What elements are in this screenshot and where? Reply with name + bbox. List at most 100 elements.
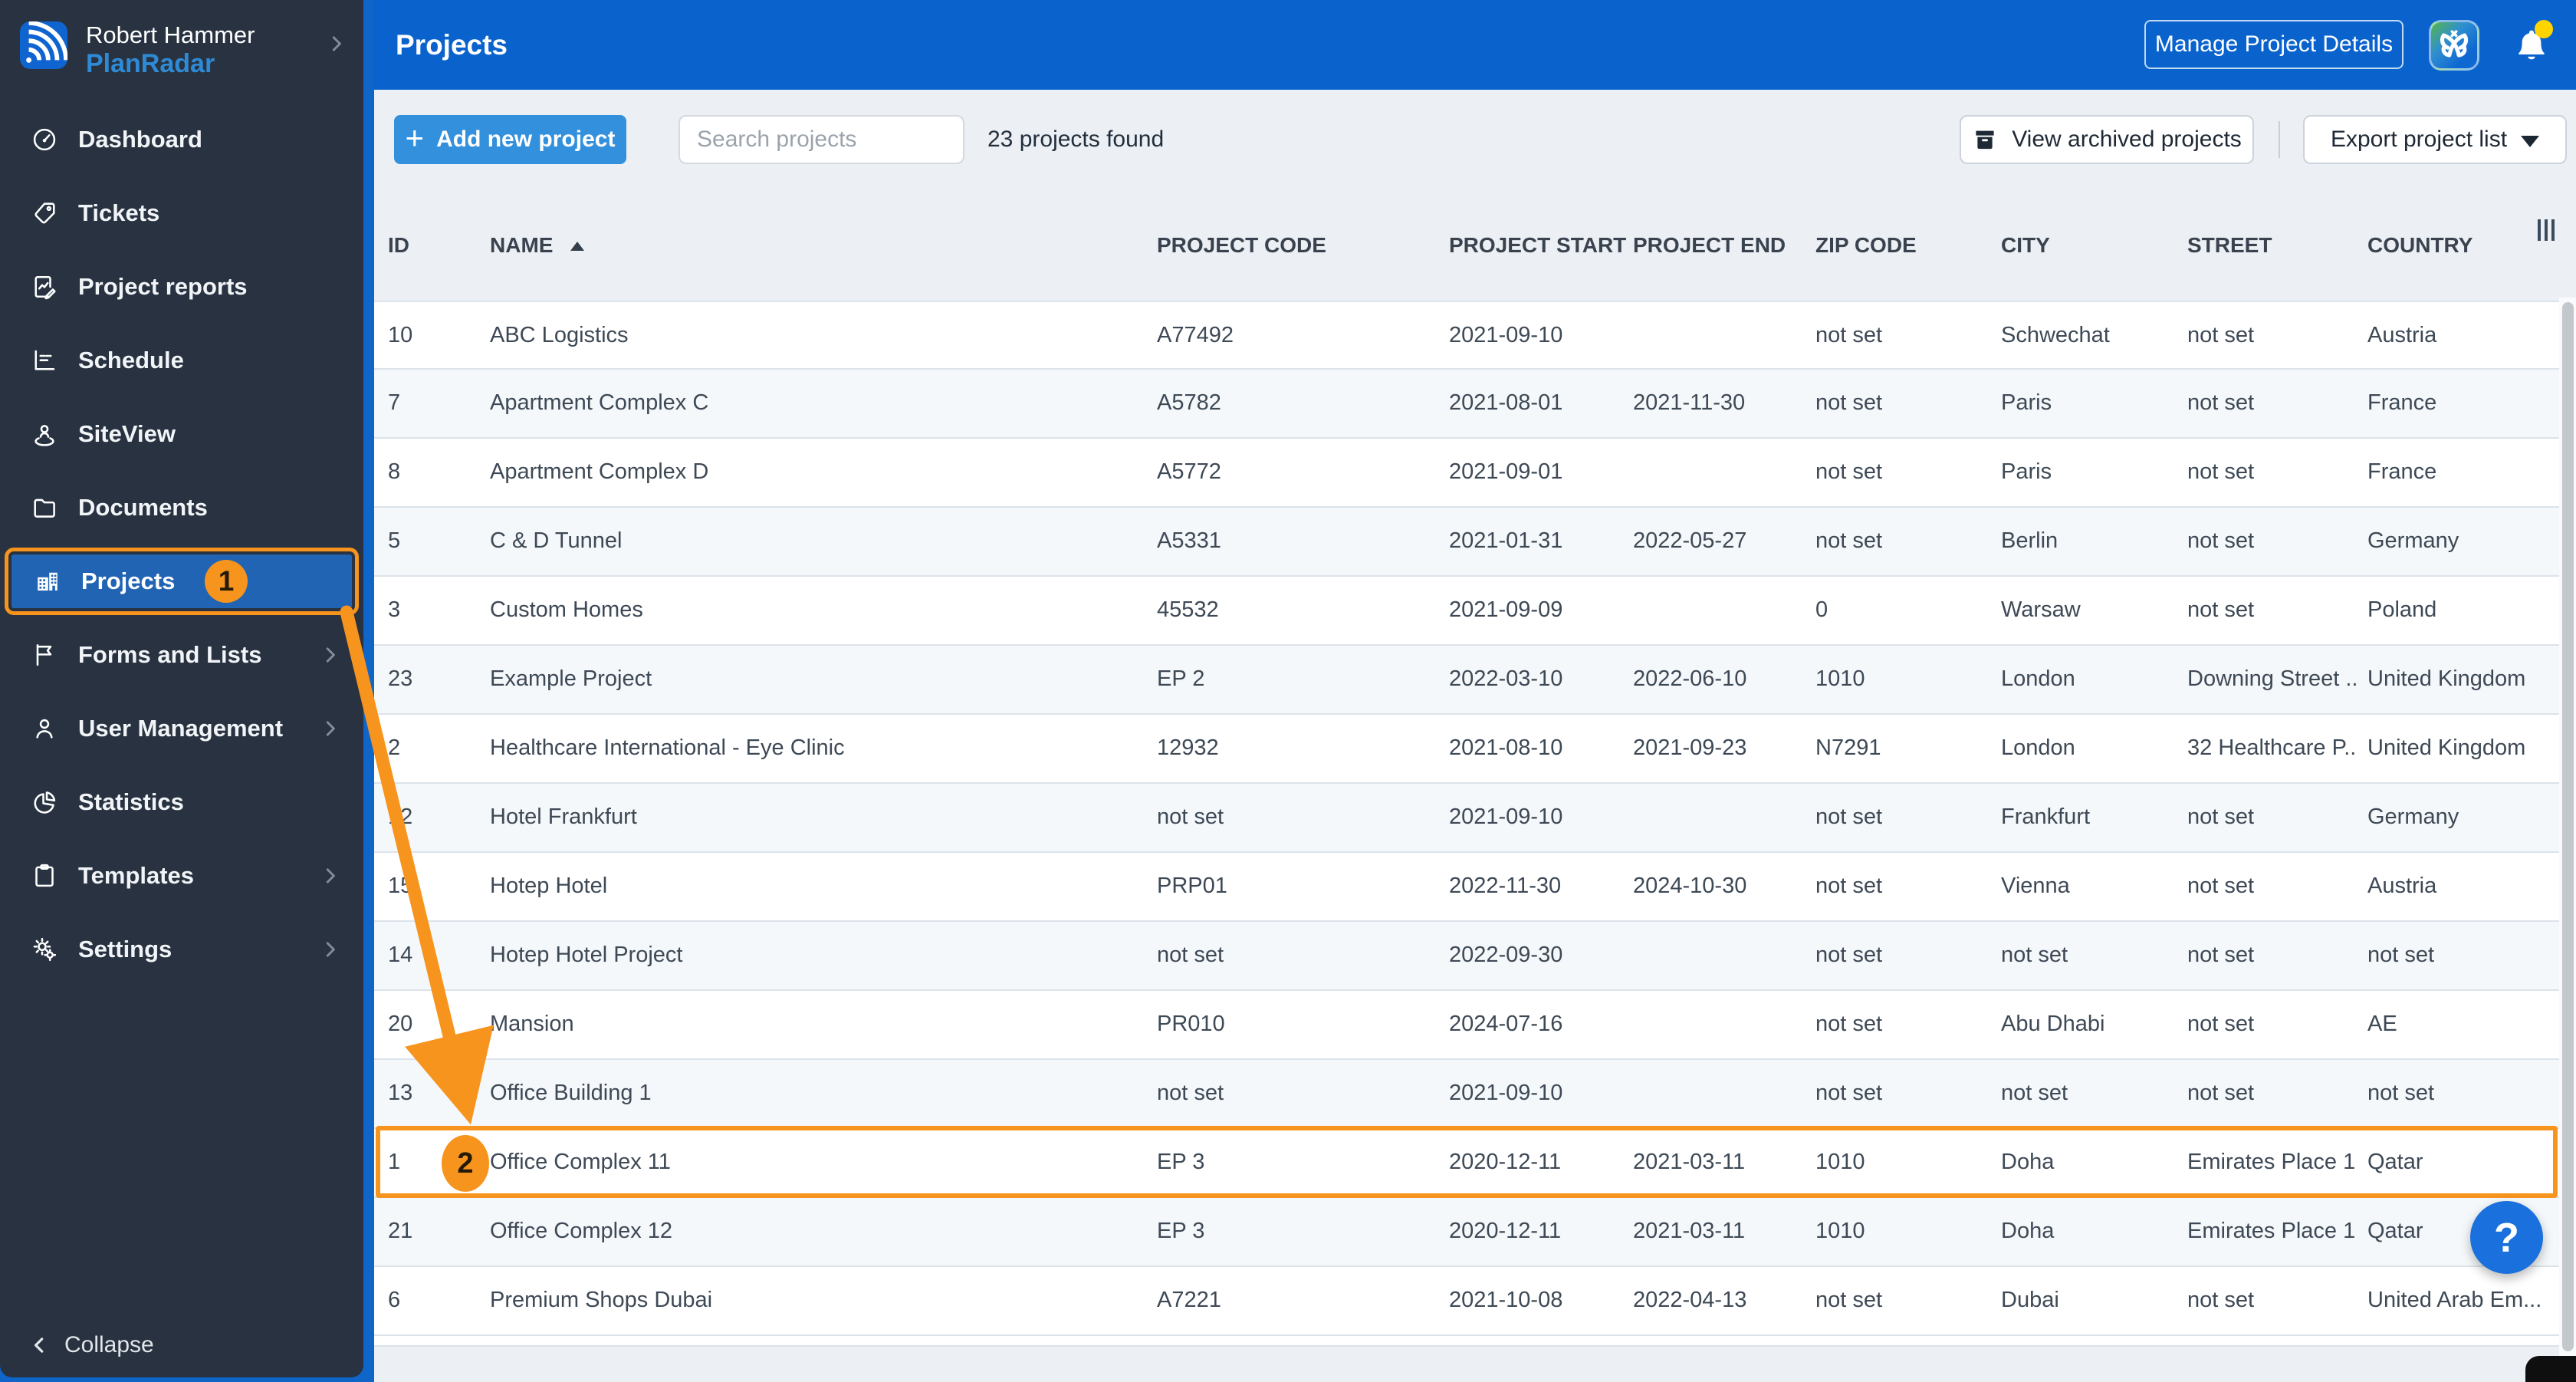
person-pin-icon [31,420,58,448]
brand-name: PlanRadar [86,49,215,78]
cell-city: Abu Dhabi [2001,1012,2105,1036]
archive-icon [1976,130,1994,150]
cell-start: 2021-01-31 [1449,528,1563,553]
cell-end: 2022-04-13 [1633,1288,1747,1312]
column-header-country[interactable]: COUNTRY [2367,221,2556,270]
column-header-zip[interactable]: ZIP CODE [1815,221,1992,270]
chevron-right-icon [319,643,342,666]
table-row[interactable]: 21 Office Complex 12 EP 3 2020-12-11 2021-03… [374,1198,2559,1267]
sidebar-item-templates[interactable]: Templates [0,839,363,913]
view-archived-projects-button[interactable]: View archived projects [1960,115,2254,164]
column-header-city[interactable]: CITY [2001,221,2177,270]
sidebar-item-settings[interactable]: Settings [0,913,363,986]
cell-street: Downing Street ... [2187,666,2358,691]
sidebar-item-projects[interactable]: Projects 1 [5,548,359,615]
corner-overlay [2525,1356,2576,1382]
cell-zip: not set [1815,1081,1883,1105]
table-row[interactable]: 20 Mansion PR010 2024-07-16 not set Abu Dhabi… [374,991,2559,1060]
cell-city: Berlin [2001,528,2058,553]
column-header-id[interactable]: ID [388,221,480,270]
vertical-scrollbar-thumb[interactable] [2562,302,2574,1351]
cell-city: London [2001,666,2075,691]
search-input[interactable] [678,115,964,164]
cell-end [1633,922,1808,989]
planradar-connect-app-icon[interactable] [2429,20,2479,71]
user-name: Robert Hammer [86,21,255,48]
sidebar-item-dashboard[interactable]: Dashboard [0,103,363,176]
cell-city: not set [2001,1081,2068,1105]
user-icon [31,715,58,742]
sidebar-item-project-reports[interactable]: Project reports [0,250,363,324]
table-row[interactable]: 23 Example Project EP 2 2022-03-10 2022-06-1… [374,646,2559,715]
export-project-list-button[interactable]: Export project list [2303,115,2567,164]
help-button[interactable]: ? [2470,1201,2543,1274]
cell-zip: 1010 [1815,666,1865,691]
cell-id: 10 [388,323,413,347]
cell-start: 2021-08-01 [1449,390,1563,415]
cell-code: not set [1157,805,1224,829]
account-chevron-right-icon[interactable] [325,32,348,55]
dashboard-icon [31,126,58,153]
cell-name: Apartment Complex D [490,459,709,484]
page-title: Projects [396,29,508,61]
table-row[interactable]: 8 Apartment Complex D A5772 2021-09-01 not s… [374,439,2559,508]
table-row[interactable]: 1 Office Complex 11 EP 3 2020-12-11 2021-03-… [374,1126,2559,1198]
column-settings-icon[interactable] [2538,219,2555,241]
cell-street: not set [2187,805,2255,829]
sidebar-item-documents[interactable]: Documents [0,471,363,545]
view-archived-label: View archived projects [2012,127,2242,152]
cell-start: 2021-09-09 [1449,597,1563,622]
cell-id: 21 [388,1219,413,1243]
sidebar-item-siteview[interactable]: SiteView [0,397,363,471]
table-row[interactable]: 6 Premium Shops Dubai A7221 2021-10-08 2022-… [374,1267,2559,1336]
cell-city: Doha [2001,1150,2055,1174]
cell-id: 12 [388,805,413,829]
cell-id: 14 [388,943,413,967]
cell-zip: not set [1815,459,1883,484]
collapse-label: Collapse [64,1332,154,1357]
table-row[interactable]: 10 ABC Logistics A77492 2021-09-10 not set Sc… [374,301,2559,370]
sidebar-item-forms-and-lists[interactable]: Forms and Lists [0,618,363,692]
column-header-code[interactable]: PROJECT CODE [1157,221,1441,270]
sidebar-item-label: Settings [78,936,172,962]
sidebar-item-tickets[interactable]: Tickets [0,176,363,250]
sidebar-item-label: Forms and Lists [78,641,262,668]
sidebar-item-schedule[interactable]: Schedule [0,324,363,397]
cell-id: 15 [388,874,413,898]
results-count: 23 projects found [987,127,1165,152]
cell-start: 2020-12-11 [1449,1150,1562,1174]
table-row[interactable]: 15 Hotep Hotel PRP01 2022-11-30 2024-10-30 no… [374,853,2559,922]
table-row[interactable]: 3 Custom Homes 45532 2021-09-09 0 Warsaw not s… [374,577,2559,646]
table-row[interactable]: 7 Apartment Complex C A5782 2021-08-01 2021-… [374,370,2559,439]
cell-start: 2020-12-11 [1449,1219,1562,1243]
collapse-button[interactable]: Collapse [28,1324,154,1367]
cell-code: EP 3 [1157,1219,1205,1243]
manage-project-details-button[interactable]: Manage Project Details [2144,20,2404,69]
cell-end: 2021-11-30 [1633,390,1746,415]
table-row[interactable]: 5 C & D Tunnel A5331 2021-01-31 2022-05-27 no… [374,508,2559,577]
table-row[interactable]: 12 Hotel Frankfurt not set 2021-09-10 not se… [374,784,2559,853]
cell-start: 2021-09-01 [1449,459,1563,484]
cell-id: 3 [388,597,401,622]
cell-street: 32 Healthcare P... [2187,735,2358,760]
cell-name: Office Complex 12 [490,1219,673,1243]
add-new-project-button[interactable]: + Add new project [394,115,626,164]
cell-code: A7221 [1157,1288,1221,1312]
cell-code: PR010 [1157,1012,1225,1036]
column-header-name[interactable]: NAME [490,221,1145,270]
sidebar-item-statistics[interactable]: Statistics [0,765,363,839]
cell-name: Healthcare International - Eye Clinic [490,735,845,760]
column-header-street[interactable]: STREET [2187,221,2358,270]
cell-start: 2021-08-10 [1449,735,1563,760]
column-header-end[interactable]: PROJECT END [1633,221,1808,270]
butterfly-x-icon [2440,30,2469,58]
cell-start: 2021-09-10 [1449,805,1563,829]
cell-end [1633,991,1808,1058]
table-row[interactable]: 13 Office Building 1 not set 2021-09-10 not … [374,1060,2559,1129]
column-header-start[interactable]: PROJECT START [1449,221,1626,270]
cell-name: Example Project [490,666,652,691]
sidebar-item-user-management[interactable]: User Management [0,692,363,765]
cell-country: not set [2367,1081,2435,1105]
table-row[interactable]: 14 Hotep Hotel Project not set 2022-09-30 no… [374,922,2559,991]
table-row[interactable]: 2 Healthcare International - Eye Clinic 12… [374,715,2559,784]
